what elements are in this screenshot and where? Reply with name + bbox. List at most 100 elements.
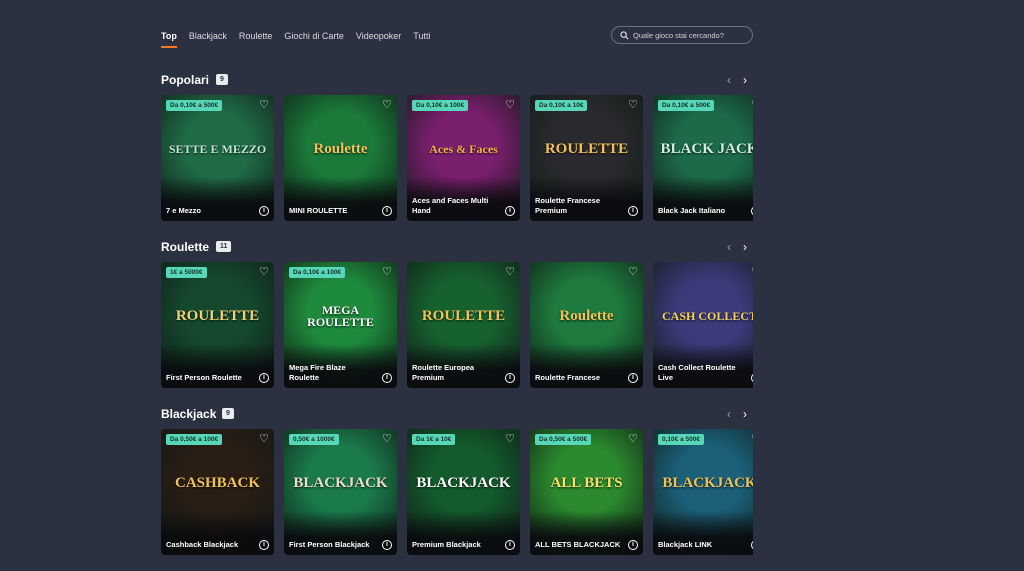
game-name: Cash Collect Roulette Live: [658, 363, 736, 382]
chevron-right-icon[interactable]: ›: [743, 407, 747, 421]
heart-icon[interactable]: ♡: [382, 98, 392, 111]
game-count-badge: 11: [216, 241, 232, 252]
bet-range-badge: 0,50€ a 1000€: [289, 434, 339, 445]
chevron-right-icon[interactable]: ›: [743, 240, 747, 254]
info-icon[interactable]: i: [505, 373, 515, 383]
game-logo-text: Roulette: [313, 140, 368, 157]
section-title: Popolari: [161, 73, 210, 87]
game-name: Roulette Europea Premium: [412, 363, 475, 382]
chevron-right-icon[interactable]: ›: [743, 73, 747, 87]
game-logo-text: CASHBACK: [174, 474, 260, 491]
tab-videopoker[interactable]: Videopoker: [356, 31, 401, 48]
game-carousel: ROULETTE 1€ a 5000€ ♡ First Person Roulette…: [161, 262, 753, 388]
info-icon[interactable]: i: [259, 206, 269, 216]
chevron-left-icon[interactable]: ‹: [727, 240, 731, 254]
game-logo-text: ROULETTE: [175, 307, 260, 324]
heart-icon[interactable]: ♡: [259, 265, 269, 278]
chevron-left-icon[interactable]: ‹: [727, 407, 731, 421]
info-icon[interactable]: i: [259, 373, 269, 383]
info-icon[interactable]: i: [628, 373, 638, 383]
game-card[interactable]: BLACK JACK Da 0,10€ a 500€ ♡ Black Jack Ita…: [653, 95, 753, 221]
game-logo-text: BLACKJACK: [416, 474, 511, 491]
carousel-arrows: ‹ ›: [727, 73, 747, 87]
game-card[interactable]: CASHBACK Da 0,50€ a 100€ ♡ Cashback Blackja…: [161, 429, 274, 555]
info-icon[interactable]: i: [382, 540, 392, 550]
heart-icon[interactable]: ♡: [382, 265, 392, 278]
game-name: Roulette Francese Premium: [535, 196, 601, 215]
game-count-badge: 9: [222, 408, 234, 419]
game-card[interactable]: BLACKJACK Da 1€ a 10€ ♡ Premium Blackjack i: [407, 429, 520, 555]
heart-icon[interactable]: ♡: [628, 265, 638, 278]
info-icon[interactable]: i: [382, 206, 392, 216]
game-card[interactable]: MEGA ROULETTE Da 0,10€ a 100€ ♡ Mega Fire B…: [284, 262, 397, 388]
bet-range-badge: Da 0,10€ a 100€: [289, 267, 346, 278]
section-title: Roulette: [161, 240, 209, 254]
game-name: 7 e Mezzo: [166, 205, 202, 215]
game-card[interactable]: Roulette ♡ Roulette Francese i: [530, 262, 643, 388]
info-icon[interactable]: i: [505, 206, 515, 216]
info-icon[interactable]: i: [259, 540, 269, 550]
bet-range-badge: 1€ a 5000€: [166, 267, 207, 278]
carousel-arrows: ‹ ›: [727, 407, 747, 421]
game-carousel: CASHBACK Da 0,50€ a 100€ ♡ Cashback Blackja…: [161, 429, 753, 555]
tab-tutti[interactable]: Tutti: [413, 31, 430, 48]
game-name: Aces and Faces Multi Hand: [412, 196, 489, 215]
game-logo-text: Aces & Faces: [429, 142, 498, 156]
game-card[interactable]: ALL BETS Da 0,50€ a 500€ ♡ ALL BETS BLACKJA…: [530, 429, 643, 555]
heart-icon[interactable]: ♡: [628, 98, 638, 111]
section-header: Blackjack 9 ‹ ›: [161, 407, 753, 423]
tab-roulette[interactable]: Roulette: [239, 31, 273, 48]
search-box[interactable]: [611, 26, 753, 44]
game-logo-text: ALL BETS: [550, 474, 623, 491]
game-card[interactable]: ROULETTE 1€ a 5000€ ♡ First Person Roulette…: [161, 262, 274, 388]
game-card[interactable]: CASH COLLECT♡Cash Collect Roulette Livei: [653, 262, 753, 388]
search-input[interactable]: [633, 30, 748, 40]
tab-blackjack[interactable]: Blackjack: [189, 31, 227, 48]
game-card[interactable]: ROULETTE Da 0,10€ a 10€ ♡ Roulette Francese…: [530, 95, 643, 221]
game-card[interactable]: ROULETTE ♡ Roulette Europea Premium i: [407, 262, 520, 388]
tab-giochi-di-carte[interactable]: Giochi di Carte: [284, 31, 344, 48]
game-name: Blackjack LINK: [658, 539, 713, 549]
info-icon[interactable]: i: [628, 540, 638, 550]
game-card[interactable]: BLACKJACK 0,50€ a 1000€ ♡ First Person Blac…: [284, 429, 397, 555]
game-card[interactable]: Roulette ♡ MINI ROULETTE i: [284, 95, 397, 221]
section-header: Popolari 9 ‹ ›: [161, 73, 753, 89]
info-icon[interactable]: i: [382, 373, 392, 383]
chevron-left-icon[interactable]: ‹: [727, 73, 731, 87]
game-logo-text: BLACKJACK: [662, 474, 753, 491]
section-blackjack: Blackjack 9 ‹ › CASHBACK Da 0,50€ a 100€ ♡ Cash…: [161, 407, 753, 555]
bet-range-badge: Da 0,50€ a 100€: [166, 434, 223, 445]
section-popolari: Popolari 9 ‹ › SETTE E MEZZO Da 0,10€ a 500€ ♡…: [161, 73, 753, 221]
heart-icon[interactable]: ♡: [751, 432, 753, 445]
game-name: ALL BETS BLACKJACK: [535, 539, 621, 549]
heart-icon[interactable]: ♡: [751, 265, 753, 278]
game-name: First Person Blackjack: [289, 539, 370, 549]
heart-icon[interactable]: ♡: [382, 432, 392, 445]
game-name: Black Jack Italiano: [658, 205, 726, 215]
heart-icon[interactable]: ♡: [751, 98, 753, 111]
game-card[interactable]: BLACKJACK0,10€ a 500€♡Blackjack LINKi: [653, 429, 753, 555]
bet-range-badge: Da 0,10€ a 100€: [412, 100, 469, 111]
tab-top[interactable]: Top: [161, 31, 177, 48]
section-title: Blackjack: [161, 407, 217, 421]
game-logo-text: MEGA ROULETTE: [307, 303, 374, 329]
game-name: Premium Blackjack: [412, 539, 481, 549]
heart-icon[interactable]: ♡: [505, 432, 515, 445]
carousel-arrows: ‹ ›: [727, 240, 747, 254]
bet-range-badge: Da 1€ a 10€: [412, 434, 456, 445]
game-name: Roulette Francese: [535, 372, 601, 382]
heart-icon[interactable]: ♡: [505, 98, 515, 111]
bet-range-badge: Da 0,10€ a 10€: [535, 100, 588, 111]
game-logo-text: BLACKJACK: [293, 474, 388, 491]
heart-icon[interactable]: ♡: [259, 432, 269, 445]
info-icon[interactable]: i: [628, 206, 638, 216]
info-icon[interactable]: i: [505, 540, 515, 550]
heart-icon[interactable]: ♡: [259, 98, 269, 111]
category-nav: Top Blackjack Roulette Giochi di Carte Video…: [161, 26, 753, 50]
bet-range-badge: Da 0,10€ a 500€: [658, 100, 715, 111]
game-name: Mega Fire Blaze Roulette: [289, 363, 346, 382]
heart-icon[interactable]: ♡: [628, 432, 638, 445]
game-card[interactable]: Aces & Faces Da 0,10€ a 100€ ♡ Aces and Fac…: [407, 95, 520, 221]
game-card[interactable]: SETTE E MEZZO Da 0,10€ a 500€ ♡ 7 e Mezzo i: [161, 95, 274, 221]
heart-icon[interactable]: ♡: [505, 265, 515, 278]
